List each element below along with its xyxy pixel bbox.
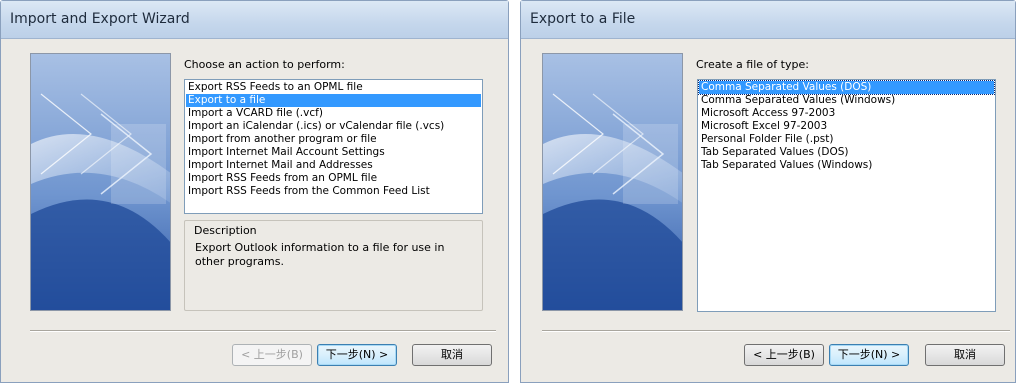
window-title: Import and Export Wizard xyxy=(10,11,190,27)
list-item[interactable]: Microsoft Excel 97-2003 xyxy=(699,120,994,133)
import-export-wizard-dialog: Import and Export Wizard Choose an actio… xyxy=(0,0,509,383)
list-item[interactable]: Import a VCARD file (.vcf) xyxy=(186,107,481,120)
list-item[interactable]: Import an iCalendar (.ics) or vCalendar … xyxy=(186,120,481,133)
description-text: Export Outlook information to a file for… xyxy=(195,241,445,268)
list-item[interactable]: Import Internet Mail Account Settings xyxy=(186,146,481,159)
title-bar[interactable]: Export to a File xyxy=(521,1,1015,39)
list-item[interactable]: Tab Separated Values (DOS) xyxy=(699,146,994,159)
file-type-prompt-text: Create a file of type: xyxy=(696,58,809,71)
list-item[interactable]: Import RSS Feeds from an OPML file xyxy=(186,172,481,185)
description-groupbox: Description Export Outlook information t… xyxy=(184,220,483,311)
wizard-banner-image xyxy=(30,53,171,311)
list-item[interactable]: Comma Separated Values (Windows) xyxy=(699,94,994,107)
list-item[interactable]: Microsoft Access 97-2003 xyxy=(699,107,994,120)
action-prompt-text: Choose an action to perform: xyxy=(184,58,345,71)
list-item[interactable]: Export RSS Feeds to an OPML file xyxy=(186,81,481,94)
list-item[interactable]: Comma Separated Values (DOS) xyxy=(698,80,995,95)
cancel-button[interactable]: 取消 xyxy=(412,344,492,366)
list-item[interactable]: Tab Separated Values (Windows) xyxy=(699,159,994,172)
button-separator xyxy=(542,330,1010,332)
title-bar[interactable]: Import and Export Wizard xyxy=(1,1,508,39)
action-prompt-label: Choose an action to perform: xyxy=(184,58,345,71)
list-item[interactable]: Import from another program or file xyxy=(186,133,481,146)
file-type-listbox[interactable]: Comma Separated Values (DOS) Comma Separa… xyxy=(697,79,996,312)
wizard-banner-image xyxy=(542,53,683,311)
list-item[interactable]: Personal Folder File (.pst) xyxy=(699,133,994,146)
file-type-prompt-label: Create a file of type: xyxy=(696,58,809,71)
next-button[interactable]: 下一步(N) > xyxy=(829,344,909,366)
description-label: Description xyxy=(194,224,257,237)
button-separator xyxy=(30,330,496,332)
list-item[interactable]: Import Internet Mail and Addresses xyxy=(186,159,481,172)
action-listbox[interactable]: Export RSS Feeds to an OPML file Export t… xyxy=(184,79,483,214)
next-button[interactable]: 下一步(N) > xyxy=(317,344,397,366)
list-item[interactable]: Export to a file xyxy=(186,94,481,107)
export-to-file-dialog: Export to a File Create a file of type: … xyxy=(520,0,1016,383)
window-title: Export to a File xyxy=(530,11,636,27)
cancel-button[interactable]: 取消 xyxy=(925,344,1005,366)
list-item[interactable]: Import RSS Feeds from the Common Feed Li… xyxy=(186,185,481,198)
back-button[interactable]: < 上一步(B) xyxy=(744,344,824,366)
back-button[interactable]: < 上一步(B) xyxy=(232,344,312,366)
